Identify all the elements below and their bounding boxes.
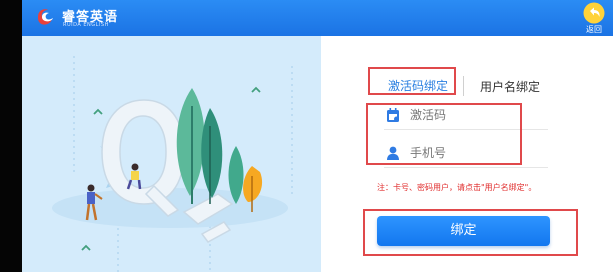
back-arrow-icon[interactable] (583, 2, 605, 24)
tab-activation-bind[interactable]: 激活码绑定 (388, 77, 448, 94)
phone-field[interactable] (384, 141, 548, 168)
phone-input[interactable] (410, 142, 544, 164)
tab-username-bind[interactable]: 用户名绑定 (480, 78, 540, 95)
left-edge-bar (0, 0, 22, 272)
activation-code-input[interactable] (410, 104, 544, 126)
illustration-panel (22, 36, 321, 272)
hint-note: 注：卡号、密码用户，请点击"用户名绑定"。 (377, 183, 537, 192)
bind-button[interactable]: 绑定 (377, 216, 550, 246)
qa-illustration (52, 56, 293, 272)
calendar-icon (387, 108, 399, 122)
brand-subtitle: RUIDA ENGLISH (63, 22, 109, 28)
user-icon (387, 146, 399, 160)
brand-logo-icon (38, 9, 53, 25)
tab-divider (463, 76, 464, 96)
back-label[interactable]: 返回 (583, 24, 605, 35)
activation-code-field[interactable] (384, 103, 548, 130)
